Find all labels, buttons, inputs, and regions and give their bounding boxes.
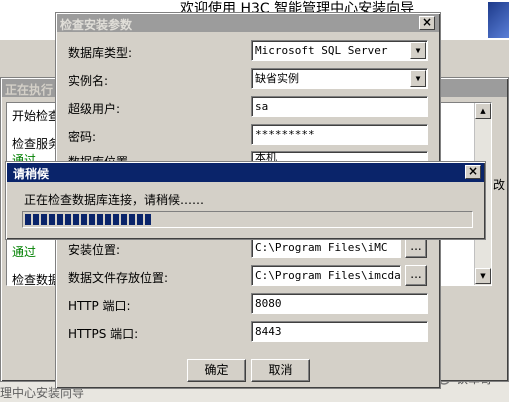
wait-progress-fill <box>25 214 153 225</box>
install-location-input[interactable]: C:\Program Files\iMC <box>251 237 401 258</box>
http-port-label: HTTP 端口: <box>68 299 131 313</box>
wait-dialog-close-button[interactable]: × <box>465 165 481 179</box>
datafile-location-input[interactable]: C:\Program Files\imcdata <box>251 265 401 286</box>
scroll-up-icon[interactable]: ▲ <box>475 103 491 119</box>
scroll-down-icon[interactable]: ▼ <box>475 268 491 284</box>
https-port-input[interactable]: 8443 <box>251 321 428 342</box>
progress-log-pass: 通过 <box>12 245 37 259</box>
wait-dialog-titlebar: 请稍候 × <box>7 163 484 182</box>
datafile-location-browse-button[interactable]: ... <box>405 265 427 286</box>
wait-dialog-message: 正在检查数据库连接，请稍候…… <box>24 193 205 207</box>
instance-value: 缺省实例 <box>255 72 299 85</box>
check-params-titlebar: 检查安装参数 × <box>57 14 439 32</box>
https-port-label: HTTPS 端口: <box>68 327 139 341</box>
install-location-label: 安装位置: <box>68 243 121 257</box>
progress-window-title: 正在执行 <box>5 83 54 97</box>
progress-window-right-text: 改 <box>493 178 506 192</box>
password-label: 密码: <box>68 130 97 144</box>
db-type-label: 数据库类型: <box>68 46 133 60</box>
h3c-logo-icon <box>488 2 509 38</box>
db-type-value: Microsoft SQL Server <box>255 44 388 57</box>
ok-button[interactable]: 确定 <box>187 359 246 382</box>
progress-log-line: 检查服务 <box>12 137 61 151</box>
check-params-title: 检查安装参数 <box>60 18 133 32</box>
cancel-button[interactable]: 取消 <box>251 359 310 382</box>
password-input[interactable]: ********* <box>251 124 428 145</box>
instance-label: 实例名: <box>68 74 109 88</box>
progress-log-line: 开始检查 <box>12 109 61 123</box>
wait-dialog-title: 请稍候 <box>13 167 50 181</box>
http-port-input[interactable]: 8080 <box>251 293 428 314</box>
superuser-label: 超级用户: <box>68 102 121 116</box>
chevron-down-icon[interactable]: ▼ <box>410 42 426 59</box>
db-type-select[interactable]: Microsoft SQL Server ▼ <box>251 40 428 61</box>
superuser-input[interactable]: sa <box>251 96 428 117</box>
instance-select[interactable]: 缺省实例 ▼ <box>251 68 428 89</box>
datafile-location-label: 数据文件存放位置: <box>68 271 169 285</box>
wait-progress-bar <box>22 211 473 228</box>
progress-log-line: 检查数据 <box>12 273 61 287</box>
install-location-browse-button[interactable]: ... <box>405 237 427 258</box>
check-params-close-button[interactable]: × <box>419 16 435 30</box>
chevron-down-icon[interactable]: ▼ <box>410 70 426 87</box>
